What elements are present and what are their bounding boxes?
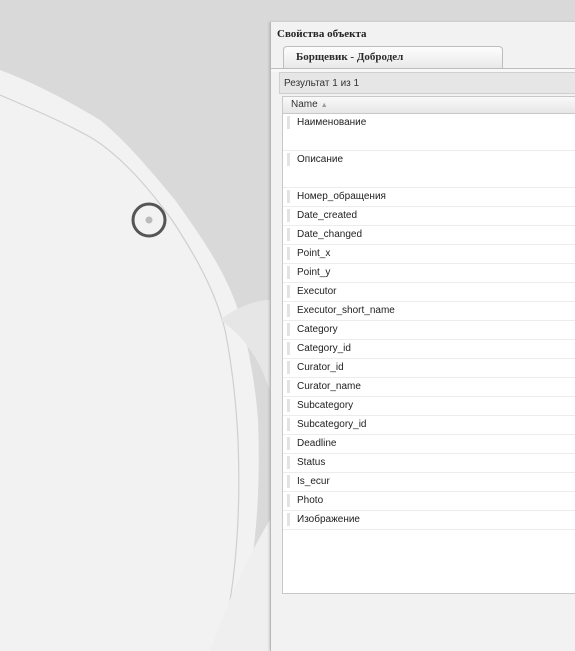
row-marker	[287, 418, 290, 431]
row-marker	[287, 285, 290, 298]
table-row[interactable]: Is_ecur	[283, 473, 575, 492]
row-field-name: Subcategory	[297, 400, 354, 411]
row-field-name: Описание	[297, 154, 344, 165]
row-field-name: Curator_name	[297, 381, 361, 392]
table-row[interactable]: Subcategory	[283, 397, 575, 416]
row-marker	[287, 116, 290, 129]
row-field-name: Номер_обращения	[297, 191, 386, 202]
table-row[interactable]: Curator_name	[283, 378, 575, 397]
table-row[interactable]: Executor	[283, 283, 575, 302]
row-marker	[287, 247, 290, 260]
table-row[interactable]: Subcategory_id	[283, 416, 575, 435]
row-field-name: Executor_short_name	[297, 305, 395, 316]
row-marker	[287, 399, 290, 412]
row-marker	[287, 361, 290, 374]
object-properties-panel: Свойства объекта Борщевик - Добродел Рез…	[270, 22, 575, 651]
row-field-name: Photo	[297, 495, 324, 506]
attributes-table: Name ▲ Наименование Описание Номер_обращени…	[282, 96, 575, 594]
table-row[interactable]: Point_y	[283, 264, 575, 283]
table-row[interactable]: Date_changed	[283, 226, 575, 245]
row-field-name: Is_ecur	[297, 476, 330, 487]
table-row[interactable]: Point_x	[283, 245, 575, 264]
row-field-name: Date_created	[297, 210, 358, 221]
row-field-name: Category_id	[297, 343, 351, 354]
attributes-rows: Наименование Описание Номер_обращения Date_…	[283, 114, 575, 530]
row-marker	[287, 323, 290, 336]
row-field-name: Date_changed	[297, 229, 363, 240]
row-field-name: Category	[297, 324, 338, 335]
table-row[interactable]: Изображение	[283, 511, 575, 530]
row-field-name: Executor	[297, 286, 337, 297]
row-marker	[287, 342, 290, 355]
row-marker	[287, 437, 290, 450]
result-count-bar: Результат 1 из 1	[279, 72, 575, 94]
row-marker	[287, 190, 290, 203]
row-marker	[287, 494, 290, 507]
panel-title: Свойства объекта	[277, 28, 367, 40]
sort-ascending-icon: ▲	[320, 102, 328, 109]
row-field-name: Subcategory_id	[297, 419, 367, 430]
table-row[interactable]: Описание	[283, 151, 575, 188]
table-row[interactable]: Date_created	[283, 207, 575, 226]
row-marker	[287, 380, 290, 393]
table-row[interactable]: Наименование	[283, 114, 575, 151]
table-row[interactable]: Executor_short_name	[283, 302, 575, 321]
row-marker	[287, 266, 290, 279]
row-field-name: Deadline	[297, 438, 337, 449]
map-location-marker-dot	[145, 216, 153, 224]
row-field-name: Curator_id	[297, 362, 344, 373]
tab-label: Борщевик - Добродел	[296, 51, 404, 63]
row-marker	[287, 513, 290, 526]
row-field-name: Point_x	[297, 248, 331, 259]
row-marker	[287, 304, 290, 317]
table-row[interactable]: Category	[283, 321, 575, 340]
row-marker	[287, 475, 290, 488]
table-row[interactable]: Curator_id	[283, 359, 575, 378]
table-row[interactable]: Category_id	[283, 340, 575, 359]
row-marker	[287, 228, 290, 241]
row-field-name: Изображение	[297, 514, 360, 525]
table-row[interactable]: Status	[283, 454, 575, 473]
row-marker	[287, 153, 290, 166]
row-marker	[287, 209, 290, 222]
result-count-text: Результат 1 из 1	[284, 78, 360, 89]
table-row[interactable]: Deadline	[283, 435, 575, 454]
row-field-name: Status	[297, 457, 326, 468]
column-header-name[interactable]: Name ▲	[283, 97, 575, 114]
tab-object[interactable]: Борщевик - Добродел	[283, 46, 503, 68]
row-marker	[287, 456, 290, 469]
row-field-name: Наименование	[297, 117, 367, 128]
row-field-name: Point_y	[297, 267, 331, 278]
table-row[interactable]: Номер_обращения	[283, 188, 575, 207]
table-row[interactable]: Photo	[283, 492, 575, 511]
column-header-label: Name	[291, 99, 318, 110]
